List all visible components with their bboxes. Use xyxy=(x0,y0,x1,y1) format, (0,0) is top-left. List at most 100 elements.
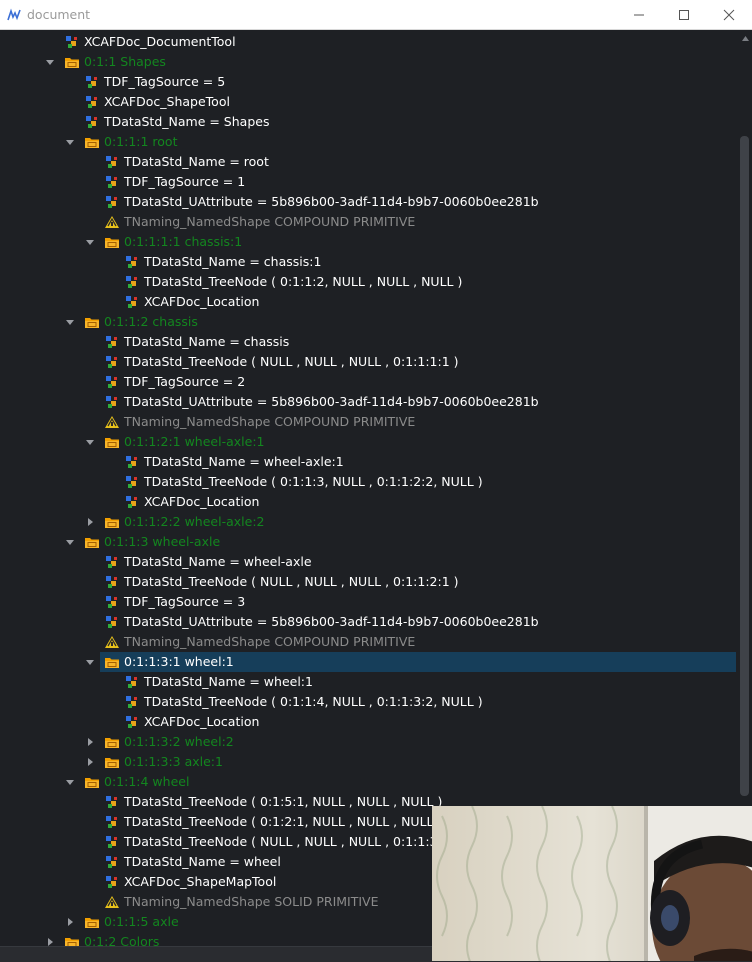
named-shape-icon xyxy=(105,216,119,228)
tree-node-attribute[interactable]: TNaming_NamedShape COMPOUND PRIMITIVE xyxy=(0,412,738,432)
tree-node-attribute[interactable]: TDataStd_TreeNode ( 0:1:1:4, NULL , 0:1:… xyxy=(0,692,738,712)
tree-node-text: TDataStd_Name = wheel-axle xyxy=(124,554,312,569)
attribute-icon xyxy=(126,496,137,508)
tree-node-text: 0:1:1:4 wheel xyxy=(104,774,190,789)
tree-node-text: TDataStd_TreeNode ( NULL , NULL , NULL ,… xyxy=(124,574,459,589)
tree-node-attribute[interactable]: TDataStd_UAttribute = 5b896b00-3adf-11d4… xyxy=(0,192,738,212)
maximize-button[interactable] xyxy=(661,0,707,30)
expand-arrow-down-icon[interactable] xyxy=(65,132,75,152)
folder-icon xyxy=(85,538,99,548)
tree-node-text: TDF_TagSource = 5 xyxy=(104,74,226,89)
expand-arrow-down-icon[interactable] xyxy=(65,532,75,552)
tree-node-text: TDataStd_Name = root xyxy=(124,154,269,169)
tree-node-attribute[interactable]: XCAFDoc_Location xyxy=(0,292,738,312)
tree-node-text: TDataStd_TreeNode ( 0:1:1:3, NULL , 0:1:… xyxy=(144,474,483,489)
expand-arrow-down-icon[interactable] xyxy=(65,772,75,792)
tree-node-attribute[interactable]: TDataStd_TreeNode ( 0:1:1:2, NULL , NULL… xyxy=(0,272,738,292)
tree-node-text: TDF_TagSource = 3 xyxy=(124,594,246,609)
expand-arrow-down-icon[interactable] xyxy=(85,432,95,452)
tree-node-label[interactable]: 0:1:1:4 wheel xyxy=(0,772,738,792)
maximize-icon xyxy=(679,10,689,20)
tree-node-attribute[interactable]: TDF_TagSource = 5 xyxy=(0,72,738,92)
close-button[interactable] xyxy=(706,0,752,30)
tree-node-text: 0:1:1 Shapes xyxy=(84,54,166,69)
tree-node-text: XCAFDoc_Location xyxy=(144,494,260,509)
tree-node-label[interactable]: 0:1:1:3:3 axle:1 xyxy=(0,752,738,772)
tree-node-attribute[interactable]: TDataStd_Name = chassis xyxy=(0,332,738,352)
attribute-icon xyxy=(106,356,117,368)
folder-icon xyxy=(85,318,99,328)
folder-icon xyxy=(105,518,119,528)
tree-node-label[interactable]: 0:1:1 Shapes xyxy=(0,52,738,72)
expand-arrow-right-icon[interactable] xyxy=(65,912,75,932)
tree-node-label[interactable]: 0:1:1:1 root xyxy=(0,132,738,152)
expand-arrow-down-icon[interactable] xyxy=(45,52,55,72)
tree-node-label[interactable]: 0:1:1:1:1 chassis:1 xyxy=(0,232,738,252)
tree-node-attribute[interactable]: TDataStd_UAttribute = 5b896b00-3adf-11d4… xyxy=(0,392,738,412)
close-icon xyxy=(723,9,735,21)
tree-node-attribute[interactable]: TNaming_NamedShape COMPOUND PRIMITIVE xyxy=(0,632,738,652)
tree-node-attribute[interactable]: XCAFDoc_Location xyxy=(0,712,738,732)
scroll-up-icon[interactable] xyxy=(742,36,749,41)
expand-arrow-down-icon[interactable] xyxy=(85,232,95,252)
tree-node-attribute[interactable]: TDataStd_UAttribute = 5b896b00-3adf-11d4… xyxy=(0,612,738,632)
named-shape-icon xyxy=(105,896,119,908)
attribute-icon xyxy=(126,476,137,488)
tree-node-attribute[interactable]: TDataStd_Name = Shapes xyxy=(0,112,738,132)
tree-node-attribute[interactable]: TDF_TagSource = 1 xyxy=(0,172,738,192)
scrollbar-thumb[interactable] xyxy=(740,136,749,796)
tree-node-attribute[interactable]: XCAFDoc_ShapeTool xyxy=(0,92,738,112)
expand-arrow-right-icon[interactable] xyxy=(85,512,95,532)
expand-arrow-right-icon[interactable] xyxy=(85,732,95,752)
attribute-icon xyxy=(86,76,97,88)
tree-node-attribute[interactable]: TDF_TagSource = 3 xyxy=(0,592,738,612)
tree-node-text: TDataStd_TreeNode ( 0:1:5:1, NULL , NULL… xyxy=(124,794,443,809)
folder-icon xyxy=(105,738,119,748)
title-bar: document xyxy=(0,0,752,30)
attribute-icon xyxy=(106,156,117,168)
tree-node-label[interactable]: 0:1:1:3:2 wheel:2 xyxy=(0,732,738,752)
tree-node-attribute[interactable]: TDataStd_Name = wheel-axle:1 xyxy=(0,452,738,472)
attribute-icon xyxy=(126,296,137,308)
attribute-icon xyxy=(106,616,117,628)
tree-node-attribute[interactable]: TDataStd_Name = chassis:1 xyxy=(0,252,738,272)
tree-node-text: XCAFDoc_DocumentTool xyxy=(84,34,236,49)
tree-node-attribute[interactable]: TDataStd_TreeNode ( NULL , NULL , NULL ,… xyxy=(0,572,738,592)
tree-node-attribute[interactable]: TDataStd_TreeNode ( NULL , NULL , NULL ,… xyxy=(0,352,738,372)
tree-node-attribute[interactable]: TDF_TagSource = 2 xyxy=(0,372,738,392)
tree-node-text: TNaming_NamedShape COMPOUND PRIMITIVE xyxy=(124,214,416,229)
tree-node-label[interactable]: 0:1:1:2 chassis xyxy=(0,312,738,332)
expand-arrow-right-icon[interactable] xyxy=(45,932,55,946)
attribute-icon xyxy=(126,716,137,728)
attribute-icon xyxy=(66,36,77,48)
tree-node-attribute[interactable]: TDataStd_TreeNode ( 0:1:1:3, NULL , 0:1:… xyxy=(0,472,738,492)
tree-node-label[interactable]: 0:1:1:2:1 wheel-axle:1 xyxy=(0,432,738,452)
tree-node-attribute[interactable]: XCAFDoc_Location xyxy=(0,492,738,512)
tree-node-label[interactable]: 0:1:1:3 wheel-axle xyxy=(0,532,738,552)
named-shape-icon xyxy=(105,416,119,428)
attribute-icon xyxy=(86,116,97,128)
tree-node-attribute[interactable]: TDataStd_Name = wheel-axle xyxy=(0,552,738,572)
tree-node-text: TNaming_NamedShape COMPOUND PRIMITIVE xyxy=(124,634,416,649)
tree-node-attribute[interactable]: XCAFDoc_DocumentTool xyxy=(0,32,738,52)
tree-node-label[interactable]: 0:1:1:3:1 wheel:1 xyxy=(0,652,738,672)
tree-node-text: 0:1:1:1:1 chassis:1 xyxy=(124,234,243,249)
expand-arrow-down-icon[interactable] xyxy=(65,312,75,332)
tree-node-text: TDataStd_TreeNode ( 0:1:1:2, NULL , NULL… xyxy=(144,274,463,289)
tree-node-attribute[interactable]: TDataStd_Name = root xyxy=(0,152,738,172)
tree-node-text: TDataStd_Name = Shapes xyxy=(104,114,270,129)
tree-node-label[interactable]: 0:1:1:2:2 wheel-axle:2 xyxy=(0,512,738,532)
attribute-icon xyxy=(106,796,117,808)
attribute-icon xyxy=(126,256,137,268)
attribute-icon xyxy=(106,396,117,408)
attribute-icon xyxy=(106,336,117,348)
tree-node-attribute[interactable]: TNaming_NamedShape COMPOUND PRIMITIVE xyxy=(0,212,738,232)
tree-node-attribute[interactable]: TDataStd_Name = wheel:1 xyxy=(0,672,738,692)
expand-arrow-right-icon[interactable] xyxy=(85,752,95,772)
folder-icon xyxy=(85,138,99,148)
tree-node-text: TDataStd_TreeNode ( 0:1:1:4, NULL , 0:1:… xyxy=(144,694,483,709)
tree-node-text: TDataStd_TreeNode ( NULL , NULL , NULL ,… xyxy=(124,834,450,849)
folder-icon xyxy=(105,438,119,448)
expand-arrow-down-icon[interactable] xyxy=(85,652,95,672)
minimize-button[interactable] xyxy=(616,0,662,30)
